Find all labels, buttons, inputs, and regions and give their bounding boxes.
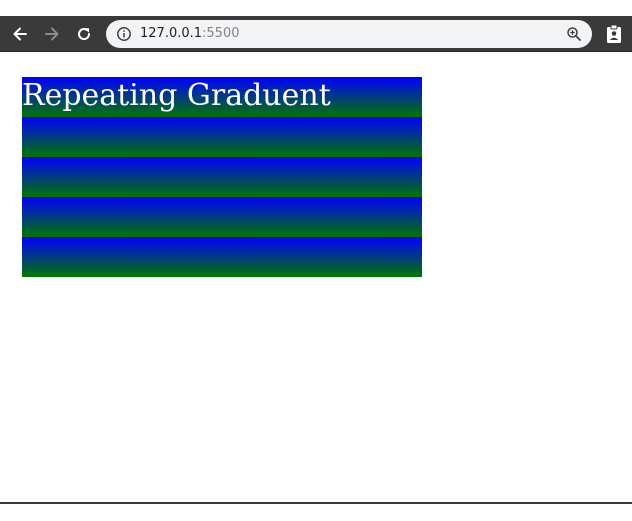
page-heading: Repeating Graduent bbox=[22, 78, 331, 113]
forward-button[interactable] bbox=[40, 22, 64, 46]
url-port: :5500 bbox=[202, 26, 240, 41]
repeating-gradient-box: Repeating Graduent bbox=[22, 77, 422, 277]
browser-toolbar: 127.0.0.1:5500 bbox=[0, 16, 632, 52]
page-viewport: Repeating Graduent bbox=[0, 52, 632, 503]
reload-button[interactable] bbox=[72, 22, 96, 46]
window-bottom-border bbox=[0, 502, 632, 504]
info-icon[interactable] bbox=[116, 26, 132, 42]
back-button[interactable] bbox=[8, 22, 32, 46]
arrow-left-icon bbox=[13, 27, 27, 41]
reload-icon bbox=[78, 28, 91, 40]
window-top-strip bbox=[0, 0, 632, 16]
clipboard-user-icon bbox=[607, 24, 621, 43]
extension-button[interactable] bbox=[604, 22, 624, 46]
zoom-in-icon[interactable] bbox=[566, 26, 582, 42]
url-text[interactable]: 127.0.0.1:5500 bbox=[140, 25, 240, 43]
url-host: 127.0.0.1 bbox=[140, 26, 203, 41]
arrow-right-icon bbox=[45, 27, 59, 41]
address-bar[interactable]: 127.0.0.1:5500 bbox=[106, 20, 592, 48]
